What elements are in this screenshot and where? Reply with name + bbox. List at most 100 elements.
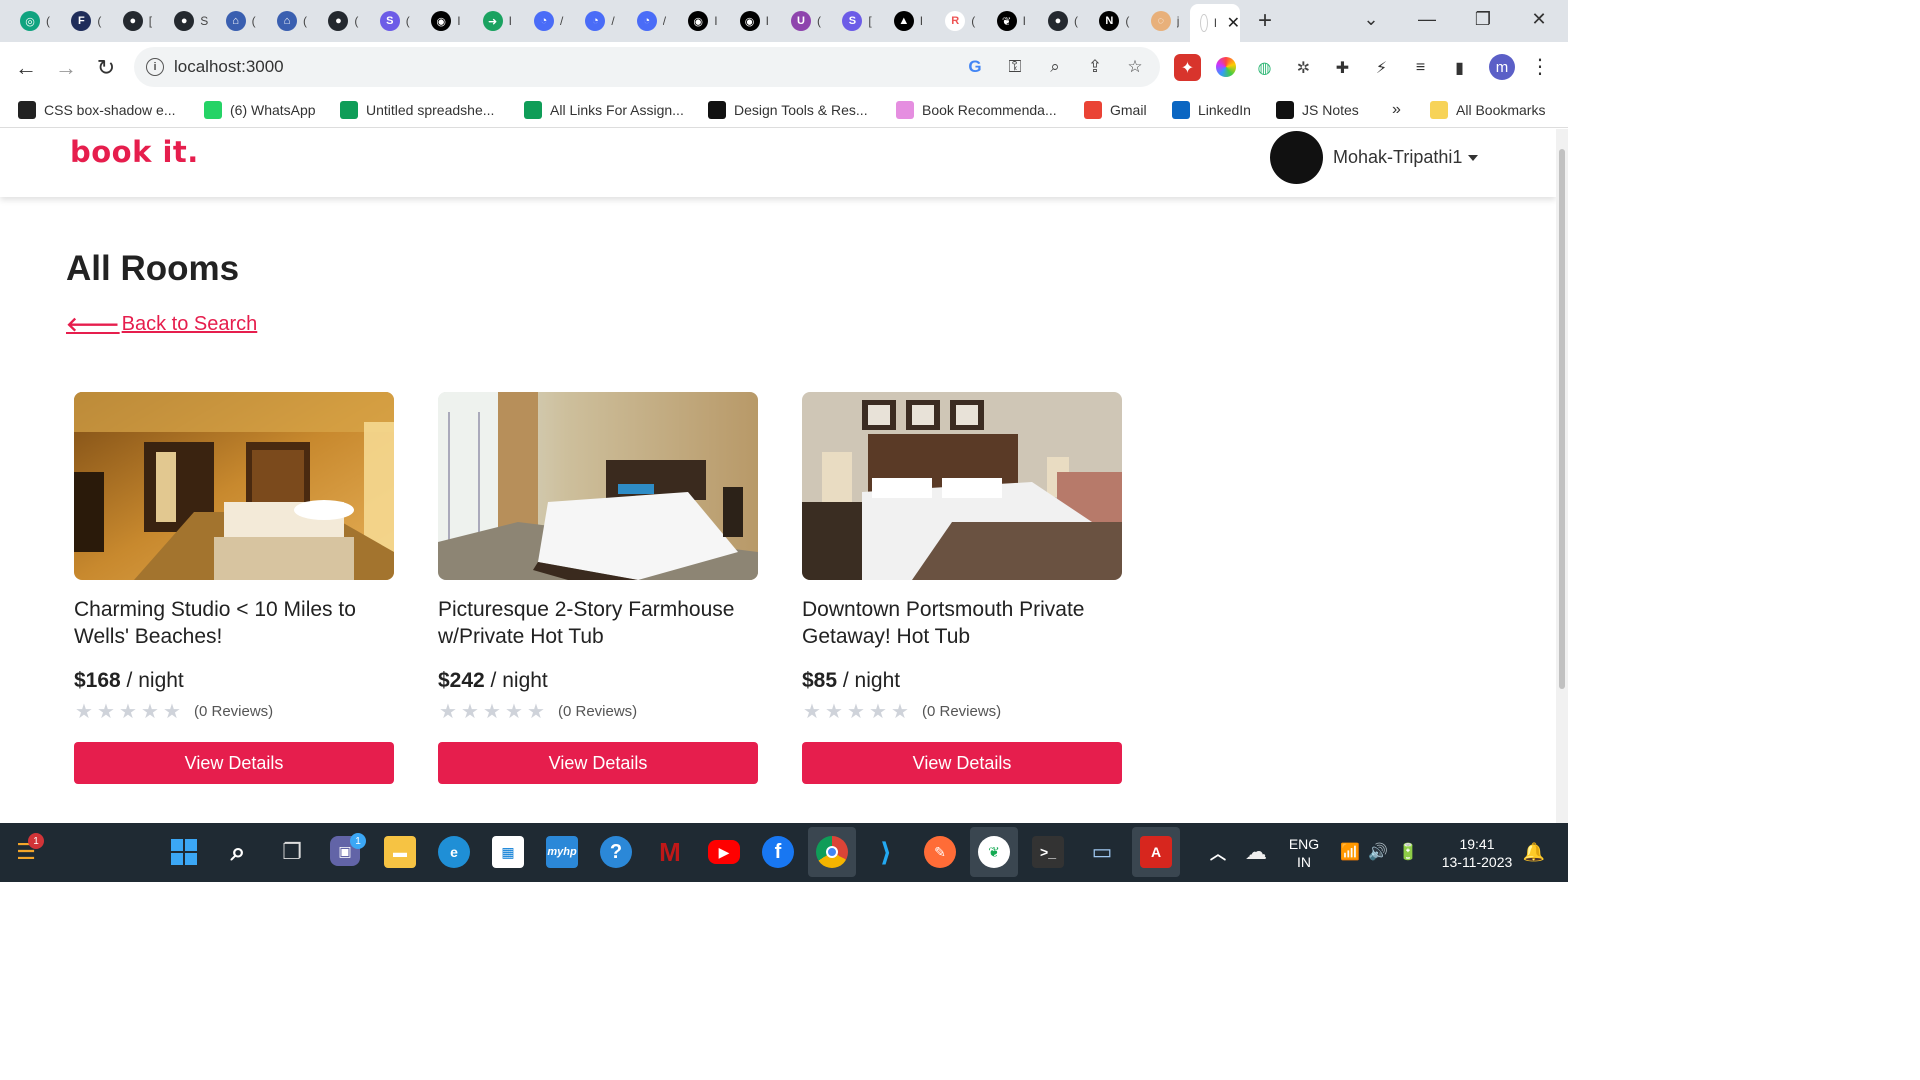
facebook-icon[interactable]: f	[762, 836, 794, 868]
mongodb-compass-icon[interactable]: ❦	[978, 836, 1010, 868]
google-lens-icon[interactable]: G	[964, 56, 986, 78]
side-panel-icon[interactable]: ▮	[1446, 54, 1473, 81]
close-window-button[interactable]: ✕	[1524, 6, 1554, 32]
scrollbar-thumb[interactable]	[1559, 149, 1565, 689]
battery-icon[interactable]: 🔋	[1392, 836, 1424, 868]
youtube-icon[interactable]: ▶	[708, 840, 740, 864]
acrobat-icon[interactable]: A	[1140, 836, 1172, 868]
view-details-button[interactable]: View Details	[802, 742, 1122, 784]
tab-active[interactable]: I ✕	[1190, 4, 1240, 42]
tab[interactable]: ◉ I	[421, 6, 471, 36]
bookmark-item[interactable]: CSS box-shadow e...	[18, 101, 176, 119]
tab[interactable]: ◔ /	[575, 6, 625, 36]
tab[interactable]: ⌂(	[267, 6, 317, 36]
user-name[interactable]: Mohak-Tripathi1	[1333, 147, 1462, 168]
room-name[interactable]: Downtown Portsmouth Private Getaway! Hot…	[802, 596, 1122, 650]
all-bookmarks-folder[interactable]: All Bookmarks	[1430, 101, 1545, 119]
tab[interactable]: ◎(	[10, 6, 60, 36]
back-icon[interactable]: ←	[12, 54, 40, 82]
bookmark-item[interactable]: Untitled spreadshe...	[340, 101, 494, 119]
bug-icon[interactable]: ✲	[1290, 54, 1317, 81]
tab[interactable]: ⌂(	[216, 6, 266, 36]
url-text[interactable]: localhost:3000	[174, 57, 284, 77]
view-details-button[interactable]: View Details	[74, 742, 394, 784]
room-image[interactable]	[802, 392, 1122, 580]
tab[interactable]: F(	[61, 6, 111, 36]
extension-green-icon[interactable]: ◍	[1251, 54, 1278, 81]
edge-icon[interactable]: e	[438, 836, 470, 868]
tab[interactable]: ●(	[1038, 6, 1088, 36]
tab[interactable]: N(	[1089, 6, 1139, 36]
user-menu[interactable]: Mohak-Tripathi1	[1270, 131, 1479, 184]
remote-desktop-icon[interactable]: ▭	[1086, 836, 1118, 868]
restore-button[interactable]: ❐	[1468, 6, 1498, 32]
store-icon[interactable]: ▦	[492, 836, 524, 868]
notification-bell-icon[interactable]: 🔔	[1518, 836, 1550, 868]
mcafee-icon[interactable]: M	[654, 836, 686, 868]
extension-red-icon[interactable]: ✦	[1174, 54, 1201, 81]
bookmark-item[interactable]: JS Notes	[1276, 101, 1359, 119]
share-icon[interactable]: ⇪	[1084, 56, 1106, 78]
task-view-icon[interactable]: ❐	[276, 836, 308, 868]
onedrive-icon[interactable]: ☁	[1240, 836, 1272, 868]
menu-kebab-icon[interactable]: ⋮	[1530, 54, 1550, 79]
chevron-down-icon[interactable]	[1468, 154, 1479, 161]
search-icon[interactable]: ⌕	[222, 836, 254, 868]
performance-icon[interactable]: ⚡	[1368, 54, 1395, 81]
postman-icon[interactable]: ✎	[924, 836, 956, 868]
bookmark-item[interactable]: Book Recommenda...	[896, 101, 1057, 119]
room-image[interactable]	[74, 392, 394, 580]
bookmark-item[interactable]: All Links For Assign...	[524, 101, 684, 119]
page-scrollbar[interactable]	[1556, 129, 1568, 823]
bookmark-item[interactable]: Design Tools & Res...	[708, 101, 868, 119]
tab[interactable]: ●[	[113, 6, 163, 36]
tab[interactable]: ➜ I	[473, 6, 523, 36]
forward-icon[interactable]: →	[52, 54, 80, 82]
chrome-icon[interactable]	[816, 836, 848, 868]
tab-search-icon[interactable]: ⌄	[1356, 6, 1386, 32]
minimize-button[interactable]: —	[1412, 6, 1442, 32]
tab[interactable]: S[	[832, 6, 882, 36]
help-icon[interactable]: ?	[600, 836, 632, 868]
file-explorer-icon[interactable]: ▬	[384, 836, 416, 868]
tab[interactable]: R(	[935, 6, 985, 36]
view-details-button[interactable]: View Details	[438, 742, 758, 784]
room-name[interactable]: Picturesque 2-Story Farmhouse w/Private …	[438, 596, 758, 650]
back-to-search-link[interactable]: 🡐 Back to Search	[66, 312, 257, 337]
language-indicator[interactable]: ENG IN	[1284, 835, 1324, 871]
bookmark-star-icon[interactable]: ☆	[1124, 56, 1146, 78]
close-tab-icon[interactable]: ✕	[1227, 13, 1240, 33]
tab[interactable]: ◉ I	[678, 6, 728, 36]
tab[interactable]: ▲ I	[884, 6, 934, 36]
new-tab-button[interactable]: +	[1252, 7, 1278, 34]
tab[interactable]: ●(	[318, 6, 368, 36]
tab[interactable]: ◔ /	[627, 6, 677, 36]
bookmarks-overflow[interactable]: »	[1392, 101, 1401, 119]
vscode-icon[interactable]: ⟩	[870, 836, 902, 868]
myhp-icon[interactable]: myhp	[546, 836, 578, 868]
reading-list-icon[interactable]: ≡	[1407, 54, 1434, 81]
address-bar[interactable]: i localhost:3000 G ⚿ ⌕ ⇪ ☆	[134, 47, 1160, 87]
bookmark-item[interactable]: LinkedIn	[1172, 101, 1251, 119]
site-logo[interactable]: book it.	[70, 135, 199, 169]
room-image[interactable]	[438, 392, 758, 580]
reload-icon[interactable]: ↻	[92, 54, 120, 82]
tab[interactable]: S(	[370, 6, 420, 36]
chevron-up-icon[interactable]: ︿	[1202, 836, 1234, 868]
clock[interactable]: 19:41 13-11-2023	[1432, 835, 1522, 871]
tab[interactable]: ❦ I	[987, 6, 1037, 36]
avatar[interactable]	[1270, 131, 1323, 184]
profile-avatar[interactable]: m	[1489, 54, 1515, 80]
zoom-icon[interactable]: ⌕	[1044, 56, 1066, 78]
color-picker-icon[interactable]	[1216, 57, 1236, 77]
tab[interactable]: ◌ j	[1141, 6, 1191, 36]
bookmark-item[interactable]: Gmail	[1084, 101, 1147, 119]
tab[interactable]: ◔ /	[524, 6, 574, 36]
tab[interactable]: ◉ I	[730, 6, 780, 36]
volume-icon[interactable]: 🔊	[1362, 836, 1394, 868]
tab[interactable]: U(	[781, 6, 831, 36]
room-name[interactable]: Charming Studio < 10 Miles to Wells' Bea…	[74, 596, 394, 650]
bookmark-item[interactable]: (6) WhatsApp	[204, 101, 316, 119]
tab[interactable]: ● S	[164, 6, 214, 36]
terminal-icon[interactable]: >_	[1032, 836, 1064, 868]
